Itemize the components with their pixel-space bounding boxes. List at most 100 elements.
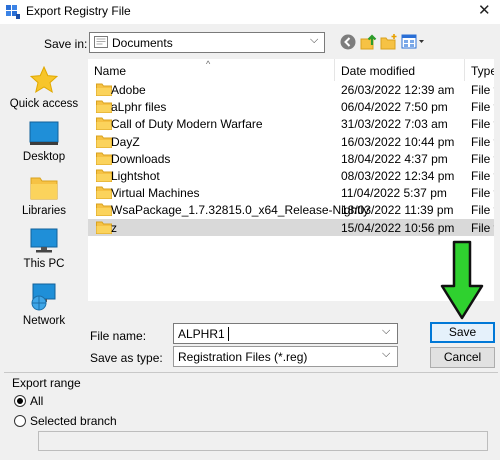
- star-icon: [30, 66, 58, 94]
- place-label-desktop: Desktop: [22, 151, 66, 163]
- radio-all[interactable]: [14, 395, 26, 407]
- folder-icon: [96, 203, 112, 217]
- file-name-cell: aLphr files: [111, 100, 167, 115]
- folder-icon: [96, 221, 112, 234]
- table-row[interactable]: Downloads 18/04/2022 4:37 pm File fo: [88, 150, 494, 167]
- file-type-cell: File fo: [471, 203, 494, 218]
- save-as-type-dropdown[interactable]: Registration Files (*.reg) ⌵: [173, 346, 398, 367]
- folder-icon: [96, 186, 112, 200]
- date-modified-cell: 18/04/2022 4:37 pm: [341, 151, 448, 166]
- save-in-label: Save in:: [44, 37, 88, 51]
- export-range-title: Export range: [12, 376, 81, 390]
- radio-selected-dot: [17, 398, 23, 404]
- file-type-cell: File fo: [471, 220, 494, 235]
- column-header-name[interactable]: Name: [94, 64, 126, 78]
- green-arrow-pointer-icon: [440, 240, 484, 320]
- save-as-type-value: Registration Files (*.reg): [178, 350, 308, 364]
- file-type-cell: File fo: [471, 151, 494, 166]
- views-menu-icon[interactable]: [401, 33, 425, 51]
- documents-folder-icon: [94, 36, 108, 48]
- network-icon: [31, 283, 56, 311]
- place-this-pc[interactable]: This PC: [8, 228, 80, 270]
- new-folder-icon[interactable]: [380, 33, 398, 51]
- folder-icon: [96, 117, 112, 131]
- sort-ascending-icon: ^: [206, 59, 211, 69]
- table-row[interactable]: Virtual Machines 11/04/2022 5:37 pm File f…: [88, 184, 494, 201]
- date-modified-cell: 15/04/2022 10:56 pm: [341, 220, 455, 235]
- date-modified-cell: 06/04/2022 7:50 pm: [341, 100, 448, 115]
- radio-all-label[interactable]: All: [30, 394, 43, 408]
- file-type-cell: File fo: [471, 117, 494, 132]
- file-name-cell: Downloads: [111, 151, 171, 166]
- file-name-cell: Adobe: [111, 83, 146, 97]
- column-header-date-modified[interactable]: Date modified: [341, 64, 415, 78]
- file-name-cell: DayZ: [111, 134, 140, 149]
- file-type-cell: File fo: [471, 83, 494, 97]
- libraries-icon: [30, 177, 58, 200]
- divider: [4, 372, 498, 373]
- computer-icon: [30, 228, 58, 253]
- table-row[interactable]: Adobe 26/03/2022 12:39 am File fo: [88, 81, 494, 98]
- selected-branch-input[interactable]: [38, 431, 488, 451]
- radio-selected-branch-label[interactable]: Selected branch: [30, 414, 117, 428]
- file-name-cell: WsaPackage_1.7.32815.0_x64_Release-Night…: [111, 203, 370, 218]
- save-in-value: Documents: [112, 36, 173, 50]
- text-caret: [228, 327, 229, 341]
- place-label-quick-access: Quick access: [9, 98, 79, 110]
- radio-selected-branch[interactable]: [14, 415, 26, 427]
- save-button[interactable]: Save: [430, 322, 495, 343]
- folder-icon: [96, 100, 112, 114]
- date-modified-cell: 16/03/2022 10:44 pm: [341, 134, 455, 149]
- folder-icon: [96, 152, 112, 165]
- place-quick-access[interactable]: Quick access: [8, 66, 80, 110]
- file-name-value: ALPHR1: [178, 327, 225, 341]
- date-modified-cell: 18/03/2022 11:39 pm: [341, 203, 454, 218]
- file-type-cell: File fo: [471, 186, 494, 201]
- column-divider[interactable]: [334, 59, 335, 81]
- cancel-button[interactable]: Cancel: [430, 347, 495, 368]
- table-row[interactable]: Lightshot 08/03/2022 12:34 pm File fo: [88, 167, 494, 184]
- folder-icon: [96, 169, 112, 182]
- file-name-cell: Call of Duty Modern Warfare: [111, 117, 263, 132]
- column-divider[interactable]: [464, 59, 465, 81]
- file-type-cell: File fo: [471, 134, 494, 149]
- place-label-network: Network: [22, 315, 66, 327]
- date-modified-cell: 31/03/2022 7:03 am: [341, 117, 448, 132]
- up-folder-icon[interactable]: [360, 33, 378, 51]
- place-label-this-pc: This PC: [23, 258, 65, 270]
- table-row[interactable]: WsaPackage_1.7.32815.0_x64_Release-Night…: [88, 201, 494, 218]
- file-name-input[interactable]: ALPHR1 ⌵: [173, 323, 398, 344]
- table-row[interactable]: Call of Duty Modern Warfare 31/03/2022 7:…: [88, 115, 494, 132]
- column-header-type[interactable]: Type: [471, 64, 494, 78]
- save-in-dropdown[interactable]: Documents ⌵: [89, 32, 325, 53]
- place-network[interactable]: Network: [8, 283, 80, 327]
- file-type-cell: File fo: [471, 100, 494, 115]
- desktop-icon: [29, 121, 59, 145]
- chevron-down-icon: ⌵: [310, 34, 319, 46]
- title-bar: Export Registry File ✕: [0, 0, 500, 24]
- folder-icon: [96, 135, 112, 148]
- place-label-libraries: Libraries: [21, 205, 67, 217]
- place-libraries[interactable]: Libraries: [8, 175, 80, 217]
- file-name-cell: z: [111, 220, 117, 235]
- save-as-type-label: Save as type:: [90, 351, 163, 365]
- chevron-down-icon[interactable]: ⌵: [382, 325, 390, 338]
- table-row[interactable]: z 15/04/2022 10:56 pm File fo: [88, 218, 494, 236]
- file-list[interactable]: ^ Name Date modified Type Adobe 26/03/202…: [88, 59, 494, 301]
- place-desktop[interactable]: Desktop: [8, 121, 80, 163]
- folder-icon: [96, 83, 112, 96]
- file-name-label: File name:: [90, 329, 147, 343]
- file-type-cell: File fo: [471, 169, 494, 183]
- date-modified-cell: 11/04/2022 5:37 pm: [341, 186, 447, 201]
- table-row[interactable]: aLphr files 06/04/2022 7:50 pm File fo: [88, 98, 494, 115]
- table-row[interactable]: DayZ 16/03/2022 10:44 pm File fo: [88, 133, 494, 150]
- close-icon[interactable]: ✕: [478, 1, 491, 19]
- chevron-down-icon: ⌵: [382, 348, 391, 360]
- registry-editor-icon: [6, 5, 20, 19]
- back-icon[interactable]: [339, 33, 357, 51]
- window-title: Export Registry File: [26, 4, 131, 18]
- date-modified-cell: 26/03/2022 12:39 am: [341, 83, 455, 97]
- file-name-cell: Virtual Machines: [111, 186, 200, 201]
- file-name-cell: Lightshot: [111, 169, 160, 183]
- date-modified-cell: 08/03/2022 12:34 pm: [341, 169, 455, 183]
